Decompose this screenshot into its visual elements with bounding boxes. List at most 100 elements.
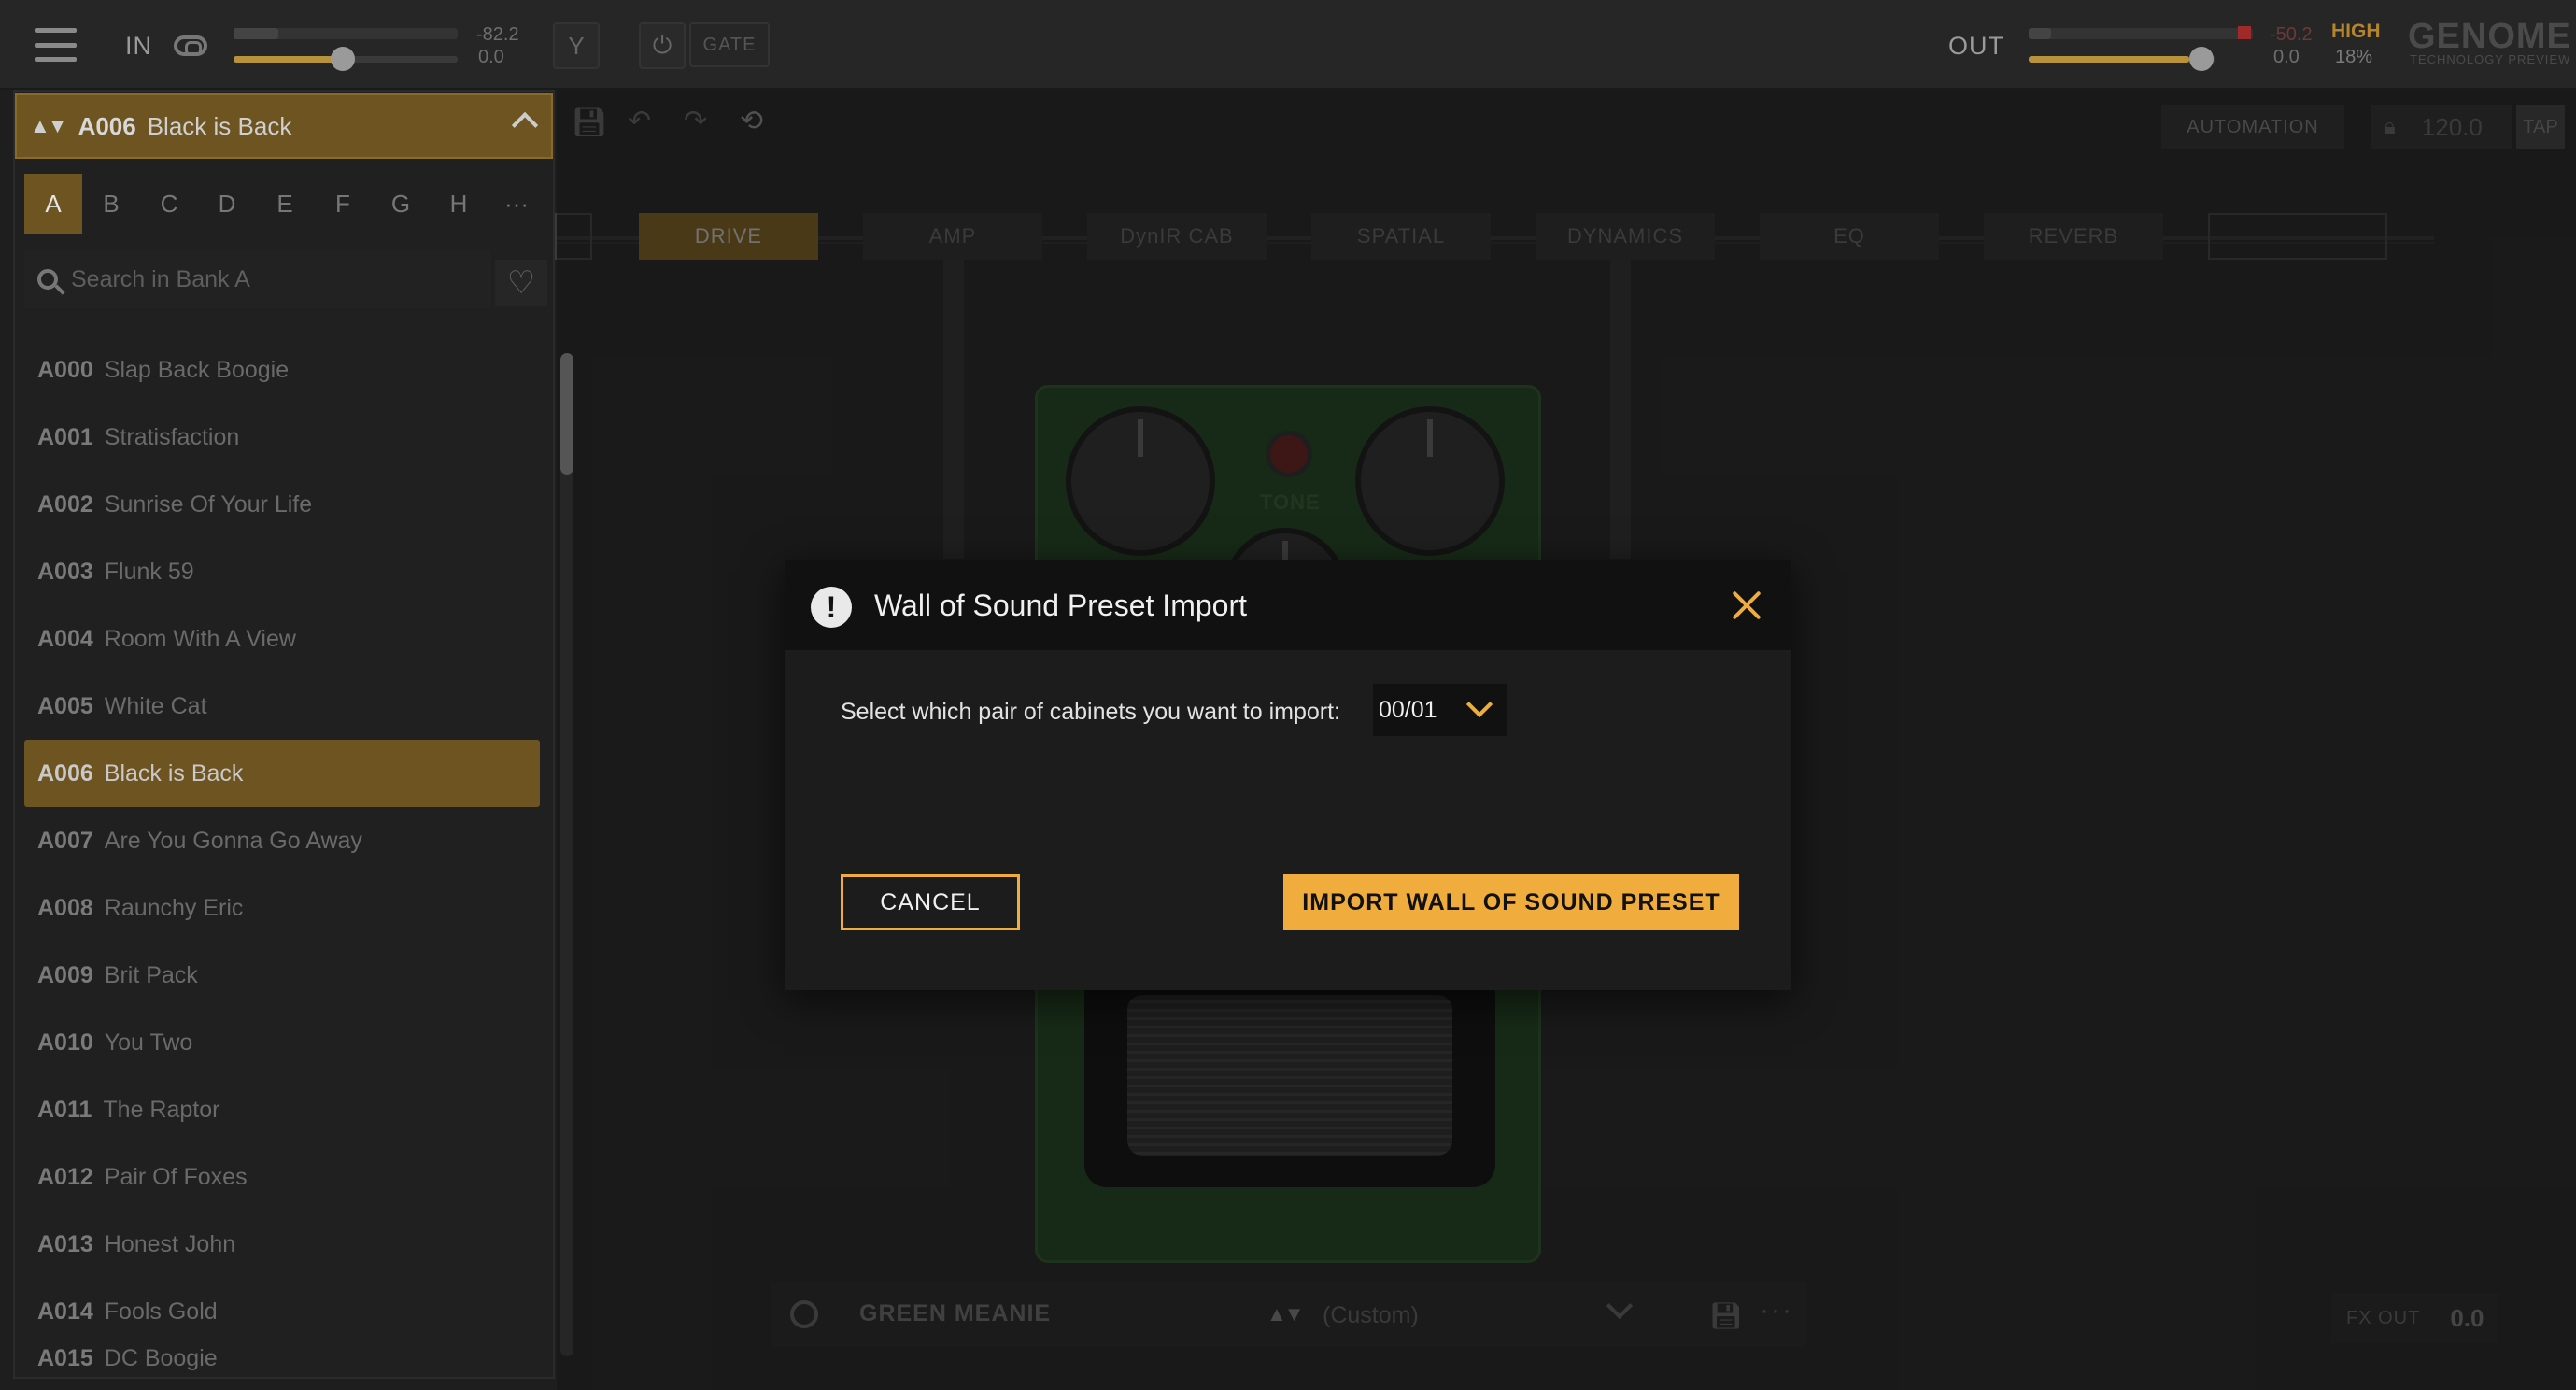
scrollbar-thumb[interactable] bbox=[560, 353, 573, 475]
gate-power-icon[interactable]: ⏻ bbox=[639, 22, 686, 69]
search-box bbox=[24, 250, 491, 308]
list-item[interactable]: A005 White Cat bbox=[24, 673, 540, 740]
list-item[interactable]: A013 Honest John bbox=[24, 1211, 540, 1278]
preset-code: A002 bbox=[37, 490, 93, 518]
preset-name: DC Boogie bbox=[104, 1345, 218, 1371]
preset-browser: ▲▼ A006 Black is Back A B C D E F G H ··… bbox=[13, 90, 555, 1379]
preset-name: Raunchy Eric bbox=[104, 894, 244, 921]
preset-code: A011 bbox=[37, 1096, 92, 1123]
list-item[interactable]: A011 The Raptor bbox=[24, 1076, 540, 1143]
tuner-fork-icon[interactable]: Y bbox=[553, 22, 600, 69]
list-item[interactable]: A007 Are You Gonna Go Away bbox=[24, 807, 540, 874]
output-meter-value: -50.2 bbox=[2270, 24, 2313, 45]
more-banks-button[interactable]: ··· bbox=[488, 174, 545, 234]
input-meter-value: -82.2 bbox=[476, 24, 519, 45]
bank-tab-d[interactable]: D bbox=[198, 174, 256, 234]
preset-name: Slap Back Boogie bbox=[104, 356, 290, 383]
preset-code: A014 bbox=[37, 1298, 93, 1325]
bank-tabs: A B C D E F G H ··· bbox=[24, 174, 547, 234]
output-gain-slider[interactable] bbox=[2029, 47, 2215, 71]
bank-tab-f[interactable]: F bbox=[314, 174, 372, 234]
cancel-button[interactable]: CANCEL bbox=[841, 874, 1020, 930]
input-gain-value: 0.0 bbox=[478, 47, 504, 67]
preset-code: A010 bbox=[37, 1028, 93, 1056]
list-item[interactable]: A002 Sunrise Of Your Life bbox=[24, 471, 540, 538]
preset-code: A012 bbox=[37, 1163, 93, 1190]
cabinet-pair-select[interactable]: 00/01 bbox=[1373, 684, 1507, 736]
list-item[interactable]: A001 Stratisfaction bbox=[24, 404, 540, 471]
list-item[interactable]: A008 Raunchy Eric bbox=[24, 874, 540, 942]
input-gain-handle[interactable] bbox=[331, 47, 355, 71]
top-bar: IN -82.2 0.0 Y ⏻ GATE OUT -50.2 0.0 HIGH… bbox=[0, 0, 2576, 90]
preset-name: You Two bbox=[104, 1028, 193, 1056]
list-item-selected[interactable]: A006 Black is Back bbox=[24, 740, 540, 807]
bank-tab-e[interactable]: E bbox=[256, 174, 314, 234]
output-gain-value: 0.0 bbox=[2273, 47, 2300, 67]
preset-code: A005 bbox=[37, 692, 93, 719]
list-item[interactable]: A000 Slap Back Boogie bbox=[24, 336, 540, 404]
input-level-meter bbox=[234, 28, 458, 39]
preset-name: Fools Gold bbox=[104, 1298, 218, 1325]
list-item[interactable]: A014 Fools Gold bbox=[24, 1278, 540, 1345]
preset-code: A007 bbox=[37, 827, 93, 854]
import-dialog: ! Wall of Sound Preset Import Select whi… bbox=[785, 560, 1791, 990]
preset-name: Are You Gonna Go Away bbox=[104, 827, 362, 854]
clip-indicator bbox=[2238, 26, 2251, 39]
preset-name: Black is Back bbox=[104, 759, 244, 787]
chevron-down-icon[interactable] bbox=[1465, 690, 1493, 718]
preset-code: A015 bbox=[37, 1345, 93, 1371]
preset-updown-icon[interactable]: ▲▼ bbox=[30, 114, 68, 138]
preset-code: A001 bbox=[37, 423, 93, 450]
menu-icon[interactable] bbox=[35, 28, 77, 62]
search-icon bbox=[37, 269, 58, 290]
chevron-up-icon[interactable] bbox=[511, 111, 539, 139]
cpu-usage: 18% bbox=[2335, 47, 2373, 67]
close-icon[interactable] bbox=[1728, 587, 1765, 624]
preset-name: White Cat bbox=[104, 692, 207, 719]
gate-button[interactable]: GATE bbox=[689, 22, 770, 67]
preset-list: A000 Slap Back Boogie A001 Stratisfaction … bbox=[24, 336, 540, 1379]
preset-code: A008 bbox=[37, 894, 93, 921]
output-level-meter bbox=[2029, 28, 2253, 39]
cabinet-pair-value: 00/01 bbox=[1379, 696, 1437, 723]
link-icon[interactable] bbox=[174, 35, 207, 56]
bank-tab-c[interactable]: C bbox=[140, 174, 198, 234]
list-item[interactable]: A009 Brit Pack bbox=[24, 942, 540, 1009]
preset-name: Flunk 59 bbox=[104, 558, 194, 585]
preset-name: Pair Of Foxes bbox=[104, 1163, 248, 1190]
bank-tab-h[interactable]: H bbox=[430, 174, 488, 234]
preset-name: Honest John bbox=[104, 1230, 236, 1257]
preset-code: A000 bbox=[37, 356, 93, 383]
favorites-heart-icon[interactable]: ♡ bbox=[495, 260, 547, 306]
bank-tab-a[interactable]: A bbox=[24, 174, 82, 234]
import-button[interactable]: IMPORT WALL OF SOUND PRESET bbox=[1283, 874, 1739, 930]
current-preset-name: Black is Back bbox=[147, 111, 292, 140]
preset-scrollbar[interactable] bbox=[560, 353, 573, 1356]
output-gain-handle[interactable] bbox=[2189, 47, 2214, 71]
preset-code: A009 bbox=[37, 961, 93, 988]
input-gain-slider[interactable] bbox=[234, 47, 458, 71]
list-item[interactable]: A012 Pair Of Foxes bbox=[24, 1143, 540, 1211]
preset-name: The Raptor bbox=[103, 1096, 220, 1123]
search-input[interactable] bbox=[71, 265, 445, 293]
preset-name: Sunrise Of Your Life bbox=[104, 490, 313, 518]
list-item[interactable]: A003 Flunk 59 bbox=[24, 538, 540, 605]
preset-code: A013 bbox=[37, 1230, 93, 1257]
bank-tab-g[interactable]: G bbox=[372, 174, 430, 234]
preset-code: A004 bbox=[37, 625, 93, 652]
dialog-prompt: Select which pair of cabinets you want t… bbox=[841, 699, 1340, 725]
output-label: OUT bbox=[1948, 32, 2004, 60]
preset-header[interactable]: ▲▼ A006 Black is Back bbox=[15, 93, 553, 159]
preset-name: Stratisfaction bbox=[104, 423, 240, 450]
bank-tab-b[interactable]: B bbox=[82, 174, 140, 234]
preset-code: A003 bbox=[37, 558, 93, 585]
preset-code: A006 bbox=[37, 759, 93, 787]
list-item[interactable]: A015 DC Boogie bbox=[24, 1345, 540, 1379]
list-item[interactable]: A010 You Two bbox=[24, 1009, 540, 1076]
dialog-title: Wall of Sound Preset Import bbox=[874, 589, 1247, 622]
list-item[interactable]: A004 Room With A View bbox=[24, 605, 540, 673]
preset-name: Brit Pack bbox=[104, 961, 198, 988]
quality-label[interactable]: HIGH bbox=[2331, 21, 2381, 43]
input-label: IN bbox=[125, 32, 152, 60]
brand-subtitle: TECHNOLOGY PREVIEW bbox=[2410, 52, 2571, 66]
